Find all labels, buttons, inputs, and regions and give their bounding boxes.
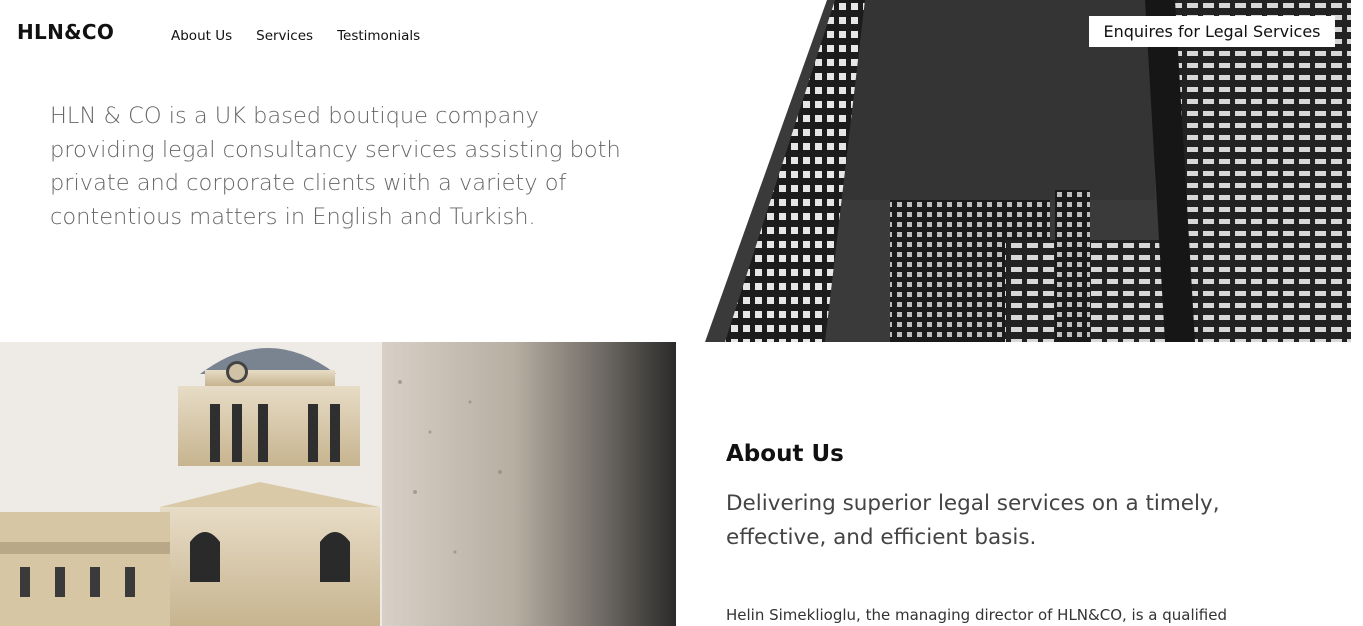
hero-image [705, 0, 1351, 342]
nav-testimonials[interactable]: Testimonials [337, 28, 420, 44]
nav-services[interactable]: Services [256, 28, 313, 44]
about-subtitle: Delivering superior legal services on a … [726, 491, 1220, 550]
about-title: About Us [726, 441, 844, 467]
logo[interactable]: HLN&CO [17, 20, 114, 44]
about-body: Helin Simeklioglu, the managing director… [726, 606, 1228, 624]
intro-text: HLN & CO is a UK based boutique company … [50, 103, 621, 230]
enquiries-button[interactable]: Enquires for Legal Services [1089, 16, 1335, 47]
nav-about-us[interactable]: About Us [171, 28, 232, 44]
main-nav: About Us Services Testimonials [171, 28, 444, 44]
building-photo [0, 342, 676, 626]
